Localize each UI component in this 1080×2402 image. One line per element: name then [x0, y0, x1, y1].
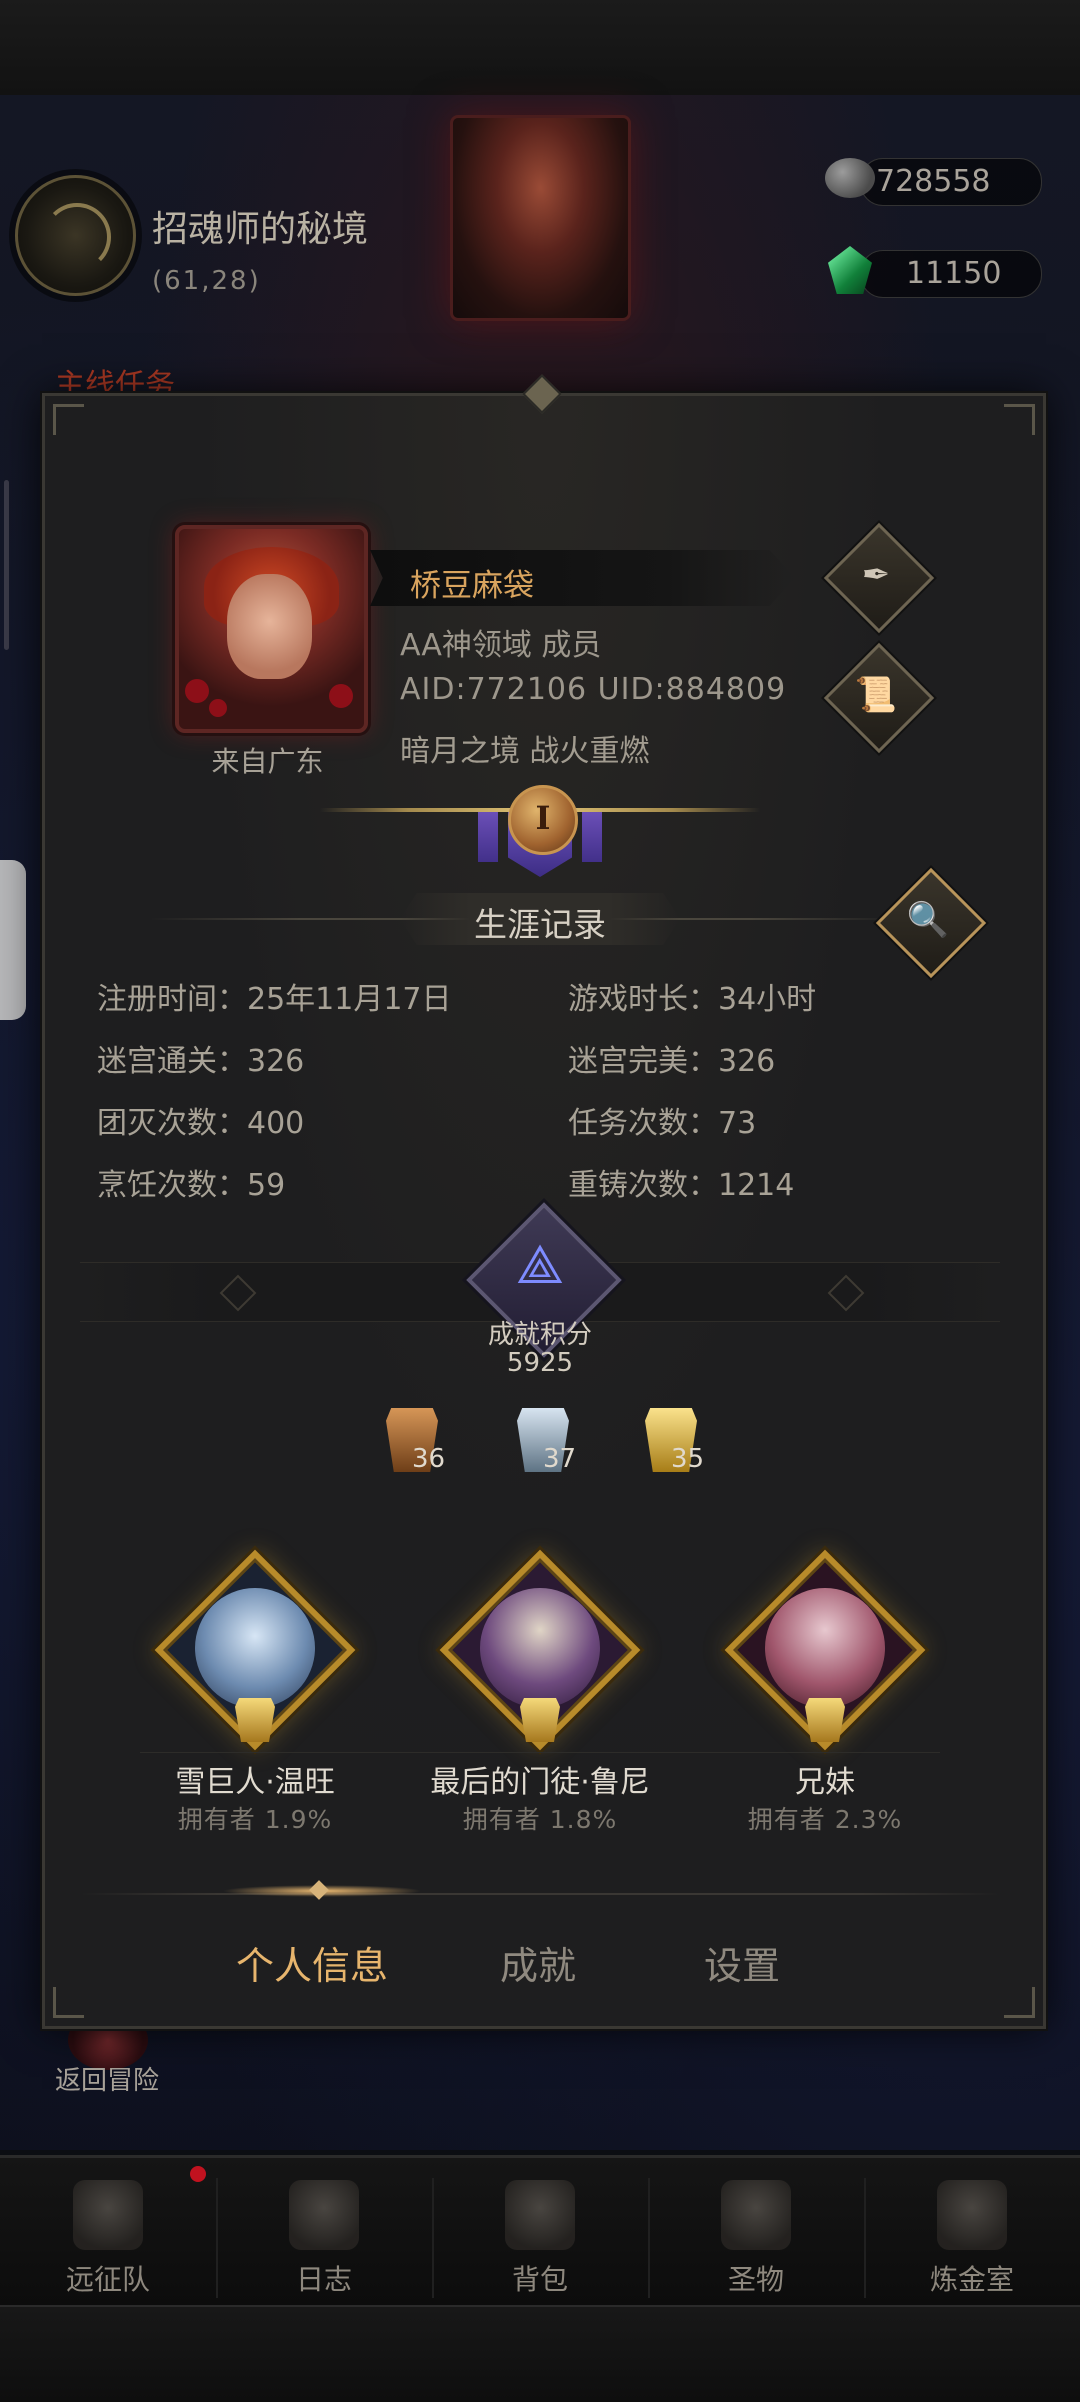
scroll-icon: 📜	[854, 675, 898, 715]
rank-banner-right	[582, 812, 602, 862]
gold-badge-icon	[805, 1698, 845, 1742]
stone-icon	[825, 158, 875, 198]
player-origin: 来自广东	[211, 745, 324, 778]
helmet-icon	[73, 2180, 143, 2250]
location-coords: (61,28)	[152, 266, 261, 296]
side-drawer-handle[interactable]	[0, 860, 26, 1020]
gold-badge-icon	[520, 1698, 560, 1742]
bottom-frame	[0, 2305, 1080, 2402]
nav-alchemy[interactable]: 炼金室	[864, 2158, 1080, 2308]
nav-relic[interactable]: 圣物	[648, 2158, 864, 2308]
nav-label: 背包	[511, 2263, 568, 2296]
tab-personal-info[interactable]: 个人信息	[236, 1935, 388, 1990]
quill-icon: ✒	[861, 555, 891, 595]
achievement-score-label: 成就积分	[487, 1320, 592, 1350]
rank-medal-icon[interactable]: I	[508, 785, 578, 855]
bottom-nav: 远征队 日志 背包 圣物 炼金室	[0, 2155, 1080, 2308]
location-emblem-icon[interactable]	[15, 175, 136, 296]
trophy-snow-giant[interactable]	[154, 1549, 356, 1751]
trophy-siblings[interactable]	[724, 1549, 926, 1751]
return-adventure-label[interactable]: 返回冒险	[55, 2060, 159, 2097]
player-guild: AA神领域 成员	[400, 628, 602, 663]
nav-backpack[interactable]: 背包	[432, 2158, 648, 2308]
stat-register-time: 注册时间：25年11月17日	[97, 982, 452, 1017]
stat-party-wipes: 团灭次数：400	[97, 1106, 305, 1141]
career-search-button[interactable]: 🔍	[875, 867, 987, 979]
currency-stone-value: 728558	[876, 164, 991, 199]
stat-reforge: 重铸次数：1214	[568, 1168, 795, 1203]
edit-name-button[interactable]: ✒	[823, 522, 935, 634]
stat-cooking: 烹饪次数：59	[97, 1168, 286, 1203]
nav-label: 炼金室	[929, 2263, 1014, 2296]
nav-label: 日志	[295, 2263, 352, 2296]
tab-achievements[interactable]: 成就	[500, 1935, 576, 1990]
location-name: 招魂师的秘境	[152, 209, 369, 250]
currency-gem-value: 11150	[906, 256, 1002, 291]
trophy-name: 最后的门徒·鲁尼	[430, 1765, 650, 1800]
magnifier-icon: 🔍	[906, 900, 950, 940]
currency-stone-display: 728558	[860, 158, 1042, 206]
career-record-title: 生涯记录	[474, 905, 606, 944]
trophy-last-disciple[interactable]	[439, 1549, 641, 1751]
trophy-name: 雪巨人·温旺	[175, 1765, 335, 1800]
silver-badge-count: 37	[543, 1444, 577, 1474]
currency-gem-display: 11150	[860, 250, 1042, 298]
tab-divider	[80, 1893, 1000, 1895]
trophy-owners: 拥有者 1.8%	[462, 1805, 618, 1834]
trophy-owners: 拥有者 1.9%	[177, 1805, 333, 1834]
stat-maze-perfect: 迷宫完美：326	[568, 1044, 776, 1079]
edit-motto-button[interactable]: 📜	[823, 642, 935, 754]
top-frame	[0, 0, 1080, 98]
notification-dot	[190, 2166, 206, 2182]
relic-icon	[721, 2180, 791, 2250]
triangle-star-icon: ⟁	[515, 1233, 565, 1296]
stat-quests: 任务次数：73	[568, 1106, 757, 1141]
stat-maze-cleared: 迷宫通关：326	[97, 1044, 305, 1079]
rank-banner-left	[478, 812, 498, 862]
side-scrollbar	[4, 480, 9, 650]
nav-label: 远征队	[65, 2263, 150, 2296]
nav-journal[interactable]: 日志	[216, 2158, 432, 2308]
trophy-owners: 拥有者 2.3%	[747, 1805, 903, 1834]
player-ids: AID:772106 UID:884809	[400, 672, 787, 707]
player-motto: 暗月之境 战火重燃	[400, 734, 650, 769]
tab-settings[interactable]: 设置	[704, 1935, 780, 1990]
trophy-name: 兄妹	[795, 1765, 855, 1800]
journal-icon	[289, 2180, 359, 2250]
player-name: 桥豆麻袋	[410, 568, 534, 604]
hero-portrait[interactable]	[450, 115, 631, 321]
alchemy-icon	[937, 2180, 1007, 2250]
nav-expedition[interactable]: 远征队	[0, 2158, 216, 2308]
stat-play-time: 游戏时长：34小时	[568, 982, 817, 1017]
achievement-score-value: 5925	[506, 1348, 574, 1378]
bronze-badge-count: 36	[412, 1444, 446, 1474]
nav-label: 圣物	[727, 2263, 784, 2296]
gold-badge-count: 35	[671, 1444, 705, 1474]
player-avatar[interactable]	[175, 525, 368, 733]
backpack-icon	[505, 2180, 575, 2250]
gold-badge-icon	[235, 1698, 275, 1742]
